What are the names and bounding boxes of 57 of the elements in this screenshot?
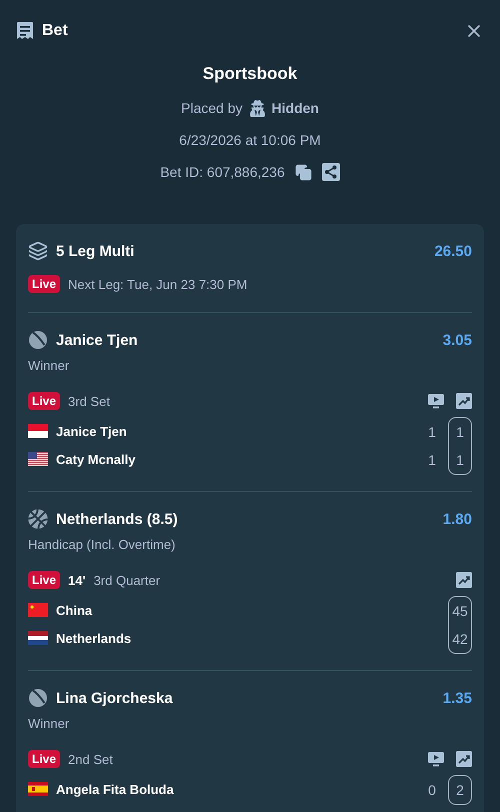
selection-name: Netherlands (8.5) [56,510,178,528]
flag-icon [28,603,48,617]
placed-by-name: Hidden [272,100,319,116]
competitor-name: Caty Mcnally [56,452,136,466]
score: 2 [456,781,464,800]
chart-icon[interactable] [456,572,472,588]
match-period: 3rd Quarter [94,572,160,588]
placed-by-label: Placed by [181,100,243,116]
leg-odds: 1.35 [442,690,472,706]
live-badge: Live [28,571,60,589]
tennis-ball-icon [28,330,48,350]
receipt-icon [16,21,34,41]
competitor-name: China [56,602,92,618]
selection-name: Janice Tjen [56,332,138,348]
sportsbook-title: Sportsbook [202,63,298,85]
chart-icon[interactable] [456,393,472,409]
live-badge: Live [28,275,60,293]
market-name: Handicap (Incl. Overtime) [28,536,176,554]
live-badge: Live [28,392,60,410]
bet-id: Bet ID: 607,886,236 [160,164,285,180]
score: 45 [452,602,468,621]
match-period: 3rd Set [68,394,110,408]
score: 1 [428,451,436,470]
tv-icon[interactable] [428,394,444,408]
basketball-icon [28,509,48,529]
score: 42 [452,630,468,649]
competitor-name: Netherlands [56,630,132,646]
selection-name: Lina Gjorcheska [56,690,173,706]
flag-icon [28,782,48,796]
match-period: 2nd Set [68,752,113,766]
market-name: Winner [28,715,70,733]
score: 1 [456,451,464,470]
score: 1 [456,423,464,442]
header-title: Bet [42,22,68,40]
competitor-name: Janice Tjen [56,424,127,438]
next-leg-time: Next Leg: Tue, Jun 23 7:30 PM [68,276,248,292]
score: 0 [428,781,436,800]
competitor-name: Angela Fita Boluda [56,782,174,796]
score: 1 [428,423,436,442]
leg-odds: 1.80 [442,510,472,528]
incognito-icon [248,100,266,116]
multi-title: 5 Leg Multi [56,242,134,260]
market-name: Winner [28,357,70,375]
tennis-ball-icon [28,688,48,708]
copy-button[interactable] [294,164,312,180]
chart-icon[interactable] [456,751,472,767]
leg-odds: 3.05 [442,332,472,348]
layers-icon [28,241,48,261]
flag-icon [28,452,48,466]
bet-date: 6/23/2026 at 10:06 PM [179,132,321,148]
match-clock: 14' [68,572,86,588]
total-odds: 26.50 [434,242,472,260]
tv-icon[interactable] [428,752,444,766]
live-badge: Live [28,750,60,768]
flag-icon [28,424,48,438]
flag-icon [28,631,48,645]
share-button[interactable] [322,163,340,181]
